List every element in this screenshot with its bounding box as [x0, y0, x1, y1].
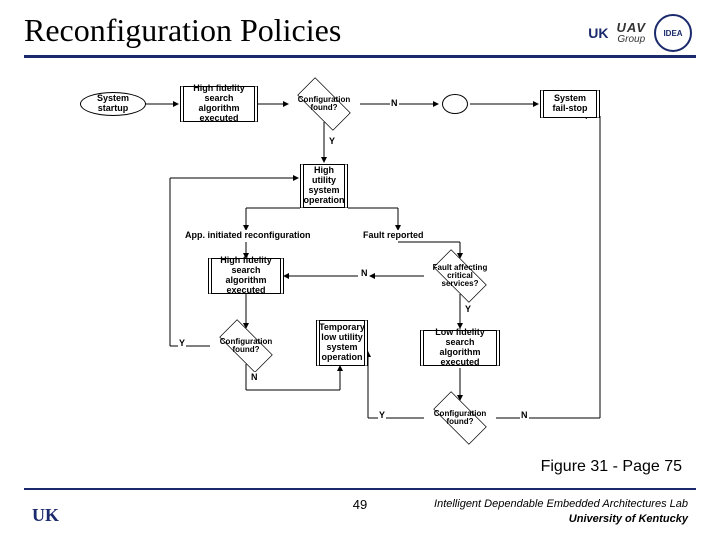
node-fault-critical: Fault affecting critical services?	[424, 258, 496, 294]
footer-lab: Intelligent Dependable Embedded Architec…	[434, 497, 688, 526]
footer-uk-logo: UK	[32, 505, 59, 526]
node-temp-low-op: Temporary low utility system operation	[316, 320, 368, 366]
label-y-3: Y	[464, 304, 472, 314]
node-hf-search-1: High fidelity search algorithm executed	[180, 86, 258, 122]
node-config-found-3: Configuration found?	[424, 400, 496, 436]
label-n-2: N	[360, 268, 369, 278]
label-y-2: Y	[178, 338, 186, 348]
node-high-utility-op: High utility system operation	[300, 164, 348, 208]
node-startup: System startup	[80, 92, 146, 116]
label-n-1: N	[390, 98, 399, 108]
logo-group: UK UAV Group IDEA	[588, 14, 692, 52]
node-config-found-1: Configuration found?	[288, 86, 360, 122]
node-fail-stop: System fail-stop	[540, 90, 600, 118]
label-y-1: Y	[328, 136, 336, 146]
title-rule	[24, 55, 696, 58]
node-hf-search-2: High fidelity search algorithm executed	[208, 258, 284, 294]
label-fault-reported: Fault reported	[362, 230, 425, 240]
idea-logo: IDEA	[654, 14, 692, 52]
node-config-found-2: Configuration found?	[210, 328, 282, 364]
node-low-fidelity: Low fidelity search algorithm executed	[420, 330, 500, 366]
label-n-4: N	[520, 410, 529, 420]
uav-group-logo: UAV Group	[617, 21, 646, 45]
figure-caption: Figure 31 - Page 75	[541, 458, 682, 476]
label-n-3: N	[250, 372, 259, 382]
uk-logo: UK	[588, 25, 608, 41]
label-app-init: App. initiated reconfiguration	[184, 230, 312, 240]
footer-rule	[24, 488, 696, 490]
junction-1	[442, 94, 468, 114]
label-y-4: Y	[378, 410, 386, 420]
footer-page-number: 49	[353, 497, 367, 512]
flowchart: System startup High fidelity search algo…	[60, 80, 660, 460]
